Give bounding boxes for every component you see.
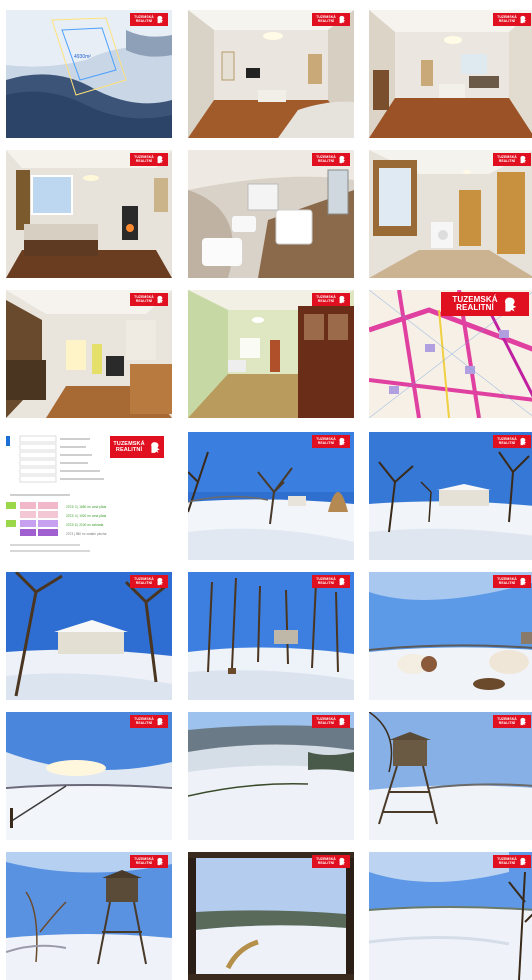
photo-thumb-land-register[interactable]: 2372/ 3 | 1850 m² orná půda 2372/ 4 | 19… <box>6 432 172 560</box>
photo-bedroom-image <box>6 150 172 278</box>
brand-badge-large: TUZEMSKÁ REALITNÍ <box>441 292 529 316</box>
lion-icon <box>520 717 527 726</box>
photo-living-room-wide-image <box>369 10 532 138</box>
lion-icon <box>157 295 164 304</box>
photo-thumb-cadastral-map[interactable]: TUZEMSKÁ REALITNÍ <box>369 290 532 418</box>
photo-cows-image <box>369 572 532 700</box>
photo-snowy-hills-image <box>188 712 354 840</box>
photo-aerial-image: 4930m² <box>6 10 172 138</box>
photo-thumb-hallway[interactable]: TUZEMSKÁ REALITNÍ <box>369 150 532 278</box>
photo-gallery: 4930m² TUZEMSKÁ REALITNÍ TUZEMSKÁ REALITNÍ <box>0 0 532 980</box>
photo-thumb-bathroom[interactable]: TUZEMSKÁ REALITNÍ <box>188 150 354 278</box>
photo-hunting-stand-2-image <box>6 852 172 980</box>
photo-thumb-snowy-meadow[interactable]: TUZEMSKÁ REALITNÍ <box>369 852 532 980</box>
lion-icon <box>520 577 527 586</box>
photo-snowy-meadow-image <box>369 852 532 980</box>
brand-badge: TUZEMSKÁ REALITNÍ <box>312 715 350 728</box>
brand-badge: TUZEMSKÁ REALITNÍ <box>493 855 531 868</box>
lion-icon <box>339 155 346 164</box>
photo-thumb-hunting-stand-2[interactable]: TUZEMSKÁ REALITNÍ <box>6 852 172 980</box>
land-row-4: 2373 | 980 m² ostatní plocha <box>66 532 107 536</box>
photo-thumb-cows[interactable]: TUZEMSKÁ REALITNÍ <box>369 572 532 700</box>
lion-icon <box>520 857 527 866</box>
brand-badge: TUZEMSKÁ REALITNÍ <box>312 293 350 306</box>
photo-hallway-image <box>369 150 532 278</box>
photo-thumb-hunting-stand[interactable]: TUZEMSKÁ REALITNÍ <box>369 712 532 840</box>
brand-badge: TUZEMSKÁ REALITNÍ <box>493 13 531 26</box>
lion-icon <box>520 437 527 446</box>
brand-badge: TUZEMSKÁ REALITNÍ <box>493 435 531 448</box>
brand-badge: TUZEMSKÁ REALITNÍ <box>312 153 350 166</box>
lion-icon <box>504 297 516 311</box>
photo-thumb-house-exterior[interactable]: TUZEMSKÁ REALITNÍ <box>6 572 172 700</box>
land-row-2: 2372/ 4 | 1920 m² orná půda <box>66 514 106 518</box>
lion-icon <box>157 857 164 866</box>
lion-icon <box>339 15 346 24</box>
lion-icon <box>150 441 160 453</box>
lion-icon <box>157 15 164 24</box>
photo-thumb-snowy-garden-house[interactable]: TUZEMSKÁ REALITNÍ <box>369 432 532 560</box>
brand-badge-large: TUZEMSKÁ REALITNÍ <box>110 436 164 458</box>
photo-thumb-snowy-field[interactable]: TUZEMSKÁ REALITNÍ <box>6 712 172 840</box>
brand-badge: TUZEMSKÁ REALITNÍ <box>130 153 168 166</box>
brand-badge: TUZEMSKÁ REALITNÍ <box>312 13 350 26</box>
photo-thumb-snowy-hills[interactable]: TUZEMSKÁ REALITNÍ <box>188 712 354 840</box>
photo-hunting-stand-image <box>369 712 532 840</box>
lion-icon <box>520 155 527 164</box>
brand-badge: TUZEMSKÁ REALITNÍ <box>493 715 531 728</box>
photo-snowy-field-image <box>6 712 172 840</box>
photo-dining-room-image <box>188 290 354 418</box>
lion-icon <box>157 717 164 726</box>
photo-house-exterior-image <box>6 572 172 700</box>
lion-icon <box>520 15 527 24</box>
brand-badge: TUZEMSKÁ REALITNÍ <box>130 715 168 728</box>
photo-thumb-bedroom[interactable]: TUZEMSKÁ REALITNÍ <box>6 150 172 278</box>
photo-thumb-window-view[interactable]: TUZEMSKÁ REALITNÍ <box>188 852 354 980</box>
photo-window-view-image <box>188 852 354 980</box>
brand-badge: TUZEMSKÁ REALITNÍ <box>312 575 350 588</box>
photo-thumb-snowy-garden[interactable]: TUZEMSKÁ REALITNÍ <box>188 432 354 560</box>
brand-badge: TUZEMSKÁ REALITNÍ <box>312 435 350 448</box>
brand-badge: TUZEMSKÁ REALITNÍ <box>130 575 168 588</box>
lion-icon <box>157 155 164 164</box>
brand-badge: TUZEMSKÁ REALITNÍ <box>493 575 531 588</box>
lion-icon <box>339 295 346 304</box>
photo-living-room-image <box>188 10 354 138</box>
photo-kitchen-image <box>6 290 172 418</box>
lion-icon <box>339 437 346 446</box>
brand-badge: TUZEMSKÁ REALITNÍ <box>130 855 168 868</box>
photo-thumb-kitchen[interactable]: TUZEMSKÁ REALITNÍ <box>6 290 172 418</box>
photo-snowy-garden-house-image <box>369 432 532 560</box>
photo-snowy-garden-image <box>188 432 354 560</box>
photo-winter-woods-image <box>188 572 354 700</box>
lion-icon <box>339 857 346 866</box>
photo-thumb-dining-room[interactable]: TUZEMSKÁ REALITNÍ <box>188 290 354 418</box>
land-row-1: 2372/ 3 | 1850 m² orná půda <box>66 505 106 509</box>
lion-icon <box>339 577 346 586</box>
brand-badge: TUZEMSKÁ REALITNÍ <box>130 13 168 26</box>
lion-icon <box>157 577 164 586</box>
land-row-3: 2372/ 5 | 2100 m² zahrada <box>66 523 104 527</box>
aerial-area-label: 4930m² <box>74 54 91 60</box>
photo-thumb-aerial[interactable]: 4930m² TUZEMSKÁ REALITNÍ <box>6 10 172 138</box>
photo-thumb-living-room-wide[interactable]: TUZEMSKÁ REALITNÍ <box>369 10 532 138</box>
brand-badge: TUZEMSKÁ REALITNÍ <box>493 153 531 166</box>
photo-bathroom-image <box>188 150 354 278</box>
photo-thumb-winter-woods[interactable]: TUZEMSKÁ REALITNÍ <box>188 572 354 700</box>
brand-badge: TUZEMSKÁ REALITNÍ <box>130 293 168 306</box>
brand-badge: TUZEMSKÁ REALITNÍ <box>312 855 350 868</box>
lion-icon <box>339 717 346 726</box>
photo-thumb-living-room[interactable]: TUZEMSKÁ REALITNÍ <box>188 10 354 138</box>
